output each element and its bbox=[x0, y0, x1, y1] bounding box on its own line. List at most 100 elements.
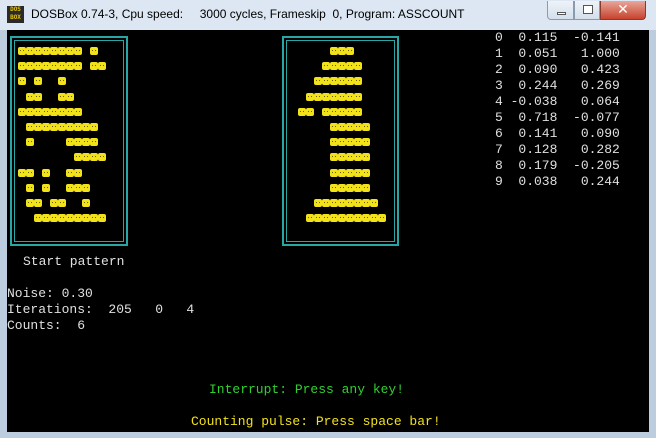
pattern-cell bbox=[50, 214, 58, 223]
pattern-cell bbox=[74, 153, 82, 162]
pattern-cell bbox=[66, 168, 74, 177]
pattern-cell bbox=[330, 153, 338, 162]
pattern-cell bbox=[330, 77, 338, 86]
pattern-cell bbox=[58, 62, 66, 71]
pattern-cell bbox=[50, 62, 58, 71]
pattern-cell bbox=[58, 123, 66, 131]
pattern-cell bbox=[330, 199, 338, 207]
pattern-cell bbox=[330, 168, 338, 177]
pattern-cell bbox=[18, 77, 26, 86]
minimize-icon bbox=[557, 12, 566, 15]
pattern-cell bbox=[298, 107, 306, 116]
pattern-cell bbox=[362, 123, 370, 131]
pattern-cell bbox=[50, 199, 58, 207]
pattern-cell bbox=[66, 123, 74, 131]
close-button[interactable]: ✕ bbox=[600, 1, 646, 20]
pattern-cell bbox=[34, 77, 42, 86]
pattern-cell bbox=[330, 107, 338, 116]
pattern-cell bbox=[74, 138, 82, 147]
pattern-cell bbox=[354, 214, 362, 223]
pattern-cell bbox=[26, 92, 34, 101]
pattern-cell bbox=[354, 199, 362, 207]
interrupt-prompt: Interrupt: Press any key! bbox=[209, 382, 405, 397]
pattern-cell bbox=[322, 92, 330, 101]
dosbox-app-icon[interactable]: DOS BOX bbox=[7, 6, 24, 23]
pattern-cell bbox=[98, 62, 106, 71]
noise-readout: Noise: 0.30 bbox=[7, 286, 93, 301]
pattern-cell bbox=[74, 214, 82, 223]
pattern-cell bbox=[346, 92, 354, 101]
pattern-cell bbox=[58, 199, 66, 207]
pattern-cell bbox=[82, 123, 90, 131]
table-row: 2 0.090 0.423 bbox=[495, 62, 620, 77]
pattern-cell bbox=[354, 123, 362, 131]
pattern-cell bbox=[50, 107, 58, 116]
pattern-cell bbox=[330, 62, 338, 71]
pattern-cell bbox=[338, 92, 346, 101]
start-pattern-label: Start pattern bbox=[23, 254, 125, 269]
pattern-cell bbox=[338, 107, 346, 116]
table-row: 1 0.051 1.000 bbox=[495, 46, 620, 61]
pattern-cell bbox=[322, 107, 330, 116]
pattern-cell bbox=[370, 199, 378, 207]
pattern-cell bbox=[34, 47, 42, 55]
table-row: 9 0.038 0.244 bbox=[495, 174, 620, 189]
pattern-cell bbox=[338, 199, 346, 207]
maximize-button[interactable] bbox=[574, 1, 600, 20]
pattern-cell bbox=[90, 214, 98, 223]
pattern-cell bbox=[58, 47, 66, 55]
pattern-cell bbox=[354, 183, 362, 192]
pattern-cell bbox=[74, 47, 82, 55]
pattern-cell bbox=[90, 47, 98, 55]
pattern-cell bbox=[346, 47, 354, 55]
pattern-cell bbox=[362, 153, 370, 162]
pattern-cell bbox=[354, 153, 362, 162]
maximize-icon bbox=[583, 5, 593, 14]
minimize-button[interactable] bbox=[547, 1, 574, 20]
pattern-cell bbox=[66, 183, 74, 192]
table-row: 0 0.115 -0.141 bbox=[495, 30, 620, 45]
window-title: DOSBox 0.74-3, Cpu speed: 3000 cycles, F… bbox=[31, 7, 465, 21]
table-row: 8 0.179 -0.205 bbox=[495, 158, 620, 173]
pattern-cell bbox=[74, 168, 82, 177]
pattern-cell bbox=[338, 62, 346, 71]
pattern-cell bbox=[50, 47, 58, 55]
pattern-cell bbox=[346, 199, 354, 207]
pattern-cell bbox=[306, 107, 314, 116]
pattern-cell bbox=[330, 183, 338, 192]
pattern-cell bbox=[42, 168, 50, 177]
pattern-cell bbox=[82, 138, 90, 147]
pattern-cell bbox=[18, 47, 26, 55]
pattern-cell bbox=[338, 214, 346, 223]
pattern-cell bbox=[362, 183, 370, 192]
dos-screen[interactable]: Start pattern Noise: 0.30 Iterations: 20… bbox=[7, 30, 649, 432]
pattern-cell bbox=[90, 138, 98, 147]
pattern-cell bbox=[34, 214, 42, 223]
pattern-cell bbox=[58, 92, 66, 101]
pattern-cell bbox=[346, 138, 354, 147]
pattern-cell bbox=[50, 123, 58, 131]
pattern-cell bbox=[306, 92, 314, 101]
pattern-cell bbox=[66, 107, 74, 116]
pattern-cell bbox=[306, 214, 314, 223]
pattern-cell bbox=[26, 199, 34, 207]
pattern-cell bbox=[34, 62, 42, 71]
pattern-cell bbox=[330, 138, 338, 147]
close-icon: ✕ bbox=[617, 2, 629, 18]
pattern-cell bbox=[354, 62, 362, 71]
pattern-cell bbox=[82, 153, 90, 162]
table-row: 7 0.128 0.282 bbox=[495, 142, 620, 157]
pattern-cell bbox=[322, 77, 330, 86]
pattern-cell bbox=[82, 199, 90, 207]
pattern-cell bbox=[42, 123, 50, 131]
dosbox-window: DOS BOX DOSBox 0.74-3, Cpu speed: 3000 c… bbox=[0, 0, 656, 438]
pattern-cell bbox=[74, 123, 82, 131]
pattern-cell bbox=[26, 138, 34, 147]
title-bar[interactable]: DOS BOX DOSBox 0.74-3, Cpu speed: 3000 c… bbox=[0, 0, 656, 30]
pattern-cell bbox=[74, 107, 82, 116]
pattern-cell bbox=[82, 183, 90, 192]
pattern-cell bbox=[330, 92, 338, 101]
counts-readout: Counts: 6 bbox=[7, 318, 86, 333]
pattern-cell bbox=[346, 168, 354, 177]
pattern-cell bbox=[314, 199, 322, 207]
